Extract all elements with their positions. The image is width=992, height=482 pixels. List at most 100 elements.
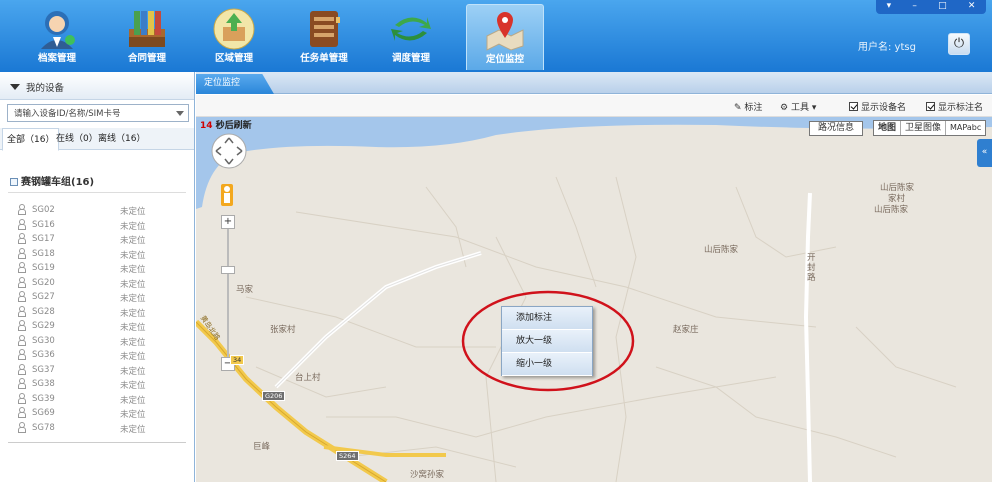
checkbox-checked-icon [926, 102, 935, 111]
device-status: 未定位 [120, 265, 146, 275]
zoom-in-button[interactable]: + [221, 215, 235, 229]
person-icon [18, 349, 26, 360]
tab-location-monitoring[interactable]: 定位监控 [196, 74, 274, 94]
pan-control-icon[interactable] [210, 132, 248, 170]
zoom-slider-handle[interactable] [221, 266, 235, 274]
maximize-button[interactable]: □ [938, 0, 947, 14]
map-type-map[interactable]: 地图 [874, 121, 902, 135]
person-icon [18, 334, 26, 346]
device-row[interactable]: SG38 未定位 [18, 378, 178, 393]
close-button[interactable]: ✕ [968, 0, 976, 14]
map-type-satellite[interactable]: 卫星图像 [901, 121, 947, 135]
nav-dispatch-management[interactable]: 调度管理 [372, 4, 450, 70]
tab-bar: 定位监控 [196, 72, 992, 94]
group-toggle-icon[interactable] [10, 178, 18, 186]
device-group[interactable]: 赛钢罐车组(16) [10, 173, 94, 188]
menu-zoom-in[interactable]: 放大一级 [502, 330, 592, 353]
tab-all[interactable]: 全部（16） [2, 128, 60, 151]
device-name: SG37 [32, 364, 55, 375]
power-icon[interactable]: ⏻ [948, 33, 970, 55]
device-row[interactable]: SG28 未定位 [18, 305, 178, 321]
binders-icon [129, 11, 165, 47]
device-status: 未定位 [120, 323, 146, 333]
device-name: SG38 [32, 379, 55, 389]
map-type-switcher: 地图 卫星图像 MAPabc [873, 120, 987, 136]
show-device-names-checkbox[interactable]: 显示设备名 [849, 100, 906, 113]
zoom-slider-track[interactable] [227, 229, 229, 369]
device-panel-header[interactable]: 我的设备 [0, 72, 194, 100]
device-status: 未定位 [120, 250, 146, 261]
show-mark-names-checkbox[interactable]: 显示标注名 [926, 100, 983, 113]
notebook-icon [310, 11, 340, 47]
device-search-input[interactable]: 请输入设备ID/名称/SIM卡号 [7, 104, 189, 122]
person-icon [18, 233, 26, 244]
device-status: 未定位 [120, 410, 146, 420]
device-row[interactable]: SG78 未定位 [18, 421, 178, 437]
device-status: 未定位 [120, 337, 146, 348]
mark-button[interactable]: ✎ 标注 [734, 100, 762, 113]
traffic-info-button[interactable]: 路况信息 [809, 121, 863, 136]
nav-contract-management[interactable]: 合同管理 [108, 4, 186, 70]
device-name: SG78 [32, 422, 55, 433]
road-label: 路 [807, 273, 816, 283]
device-name: SG29 [32, 321, 55, 331]
place-label: 马家 [236, 285, 254, 295]
device-row[interactable]: SG39 未定位 [18, 392, 178, 408]
place-label: 山后陈家 [874, 205, 909, 215]
street-view-person-icon[interactable] [220, 183, 234, 207]
place-label: 山后陈家 [704, 245, 739, 255]
device-row[interactable]: SG30 未定位 [18, 334, 178, 350]
device-row[interactable]: SG37 未定位 [18, 363, 178, 379]
nav-task-management[interactable]: 任务单管理 [285, 4, 363, 70]
menu-zoom-out[interactable]: 缩小一级 [502, 353, 592, 376]
device-row[interactable]: SG18 未定位 [18, 247, 178, 263]
device-row[interactable]: SG17 未定位 [18, 233, 178, 248]
place-label: 沙窝孙家 [410, 470, 445, 480]
chevron-down-icon: ▾ [808, 103, 817, 113]
device-status: 未定位 [120, 381, 146, 391]
place-label: 台上村 [295, 373, 321, 383]
device-name: SG16 [32, 219, 55, 230]
menu-add-mark[interactable]: 添加标注 [502, 307, 592, 330]
map-type-mapabc[interactable]: MAPabc [946, 121, 985, 135]
nav-label: 合同管理 [127, 53, 166, 64]
device-row[interactable]: SG27 未定位 [18, 291, 178, 306]
device-row[interactable]: SG36 未定位 [18, 349, 178, 364]
person-icon [18, 262, 26, 273]
map-canvas[interactable]: 14 秒后刷新 路况信息 地图 卫星图像 MAPabc « + − 山后陈家 家… [196, 117, 992, 482]
nav-label: 档案管理 [37, 53, 76, 64]
device-name: SG19 [32, 263, 55, 273]
device-name: SG20 [32, 277, 55, 288]
device-name: SG17 [32, 234, 55, 244]
expand-sidebar-button[interactable]: « [977, 139, 992, 167]
nav-label: 定位监控 [485, 54, 524, 65]
device-status: 未定位 [120, 294, 146, 304]
device-status: 未定位 [120, 236, 146, 246]
nav-region-management[interactable]: 区域管理 [195, 4, 273, 70]
device-row[interactable]: SG29 未定位 [18, 320, 178, 335]
checkbox-checked-icon [849, 102, 858, 111]
road-shield: S264 [336, 451, 359, 461]
device-row[interactable]: SG02 未定位 [18, 204, 178, 219]
tab-offline[interactable]: 离线（16） [94, 128, 149, 150]
person-icon [18, 247, 26, 259]
device-row[interactable]: SG16 未定位 [18, 218, 178, 234]
chevron-down-icon[interactable] [176, 111, 184, 116]
device-panel-title: 我的设备 [26, 83, 65, 94]
person-icon [18, 204, 26, 215]
device-status: 未定位 [120, 221, 146, 232]
place-label: 张家村 [270, 325, 296, 335]
device-row[interactable]: SG69 未定位 [18, 407, 178, 422]
nav-archive-management[interactable]: 档案管理 [18, 4, 96, 70]
device-name: SG36 [32, 350, 55, 360]
device-row[interactable]: SG20 未定位 [18, 276, 178, 292]
nav-location-monitoring[interactable]: 定位监控 [466, 4, 544, 70]
device-status: 未定位 [120, 424, 146, 435]
tools-button[interactable]: ⚙ 工具 ▾ [780, 100, 816, 113]
dropdown-button[interactable]: ▾ [887, 0, 892, 14]
person-icon [18, 407, 26, 418]
device-status: 未定位 [120, 279, 146, 290]
nav-label: 任务单管理 [300, 53, 348, 64]
minimize-button[interactable]: – [912, 0, 917, 14]
device-row[interactable]: SG19 未定位 [18, 262, 178, 277]
